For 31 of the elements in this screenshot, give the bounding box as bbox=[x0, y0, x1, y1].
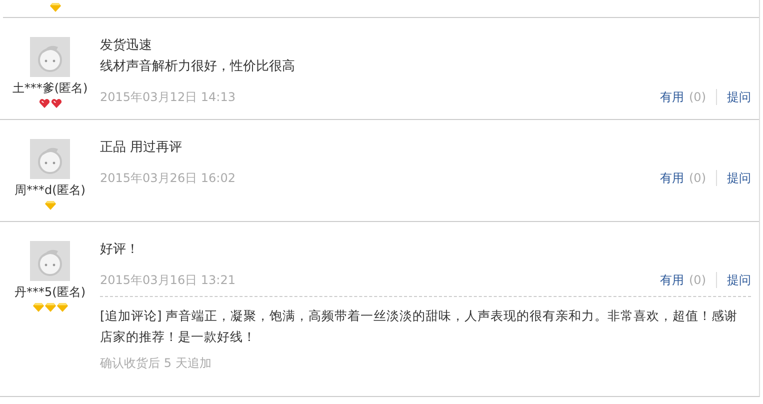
diamond-icon bbox=[32, 303, 44, 312]
append-note: 确认收货后 5 天追加 bbox=[100, 355, 212, 371]
useful-link[interactable]: 有用 bbox=[660, 89, 684, 105]
useful-count: (0) bbox=[689, 170, 706, 186]
diamond-icon bbox=[44, 201, 56, 210]
useful-count: (0) bbox=[689, 272, 706, 288]
heart-icon bbox=[38, 99, 50, 108]
useful-link[interactable]: 有用 bbox=[660, 170, 684, 186]
avatar-icon bbox=[30, 37, 70, 77]
appended-review-text: [追加评论] 声音端正，凝聚，饱满，高频带着一丝淡淡的甜味，人声表现的很有亲和力。非常喜欢，超值！感谢店家的推荐！是一款好线！ bbox=[100, 307, 739, 346]
review-date: 2015年03月16日 13:21 bbox=[100, 272, 236, 288]
review-text: 正品 用过再评 bbox=[100, 139, 184, 157]
diamond-icon bbox=[50, 3, 61, 12]
useful-link[interactable]: 有用 bbox=[660, 272, 684, 288]
useful-count: (0) bbox=[689, 89, 706, 105]
ask-link[interactable]: 提问 bbox=[727, 170, 751, 186]
review-text: 好评！ bbox=[100, 241, 140, 259]
review-text: 线材声音解析力很好，性价比很高 bbox=[100, 58, 296, 76]
review-date: 2015年03月26日 16:02 bbox=[100, 170, 236, 186]
avatar-icon bbox=[30, 139, 70, 179]
user-name: 土***爹(匿名) bbox=[12, 80, 88, 96]
user-name: 丹***5(匿名) bbox=[14, 284, 86, 300]
diamond-icon bbox=[56, 303, 68, 312]
avatar-icon bbox=[30, 241, 70, 281]
heart-icon bbox=[50, 99, 62, 108]
ask-link[interactable]: 提问 bbox=[727, 89, 751, 105]
review-text: 发货迅速 bbox=[100, 37, 153, 55]
ask-link[interactable]: 提问 bbox=[727, 272, 751, 288]
diamond-icon bbox=[44, 303, 56, 312]
review-date: 2015年03月12日 14:13 bbox=[100, 89, 236, 105]
user-name: 周***d(匿名) bbox=[14, 182, 86, 198]
